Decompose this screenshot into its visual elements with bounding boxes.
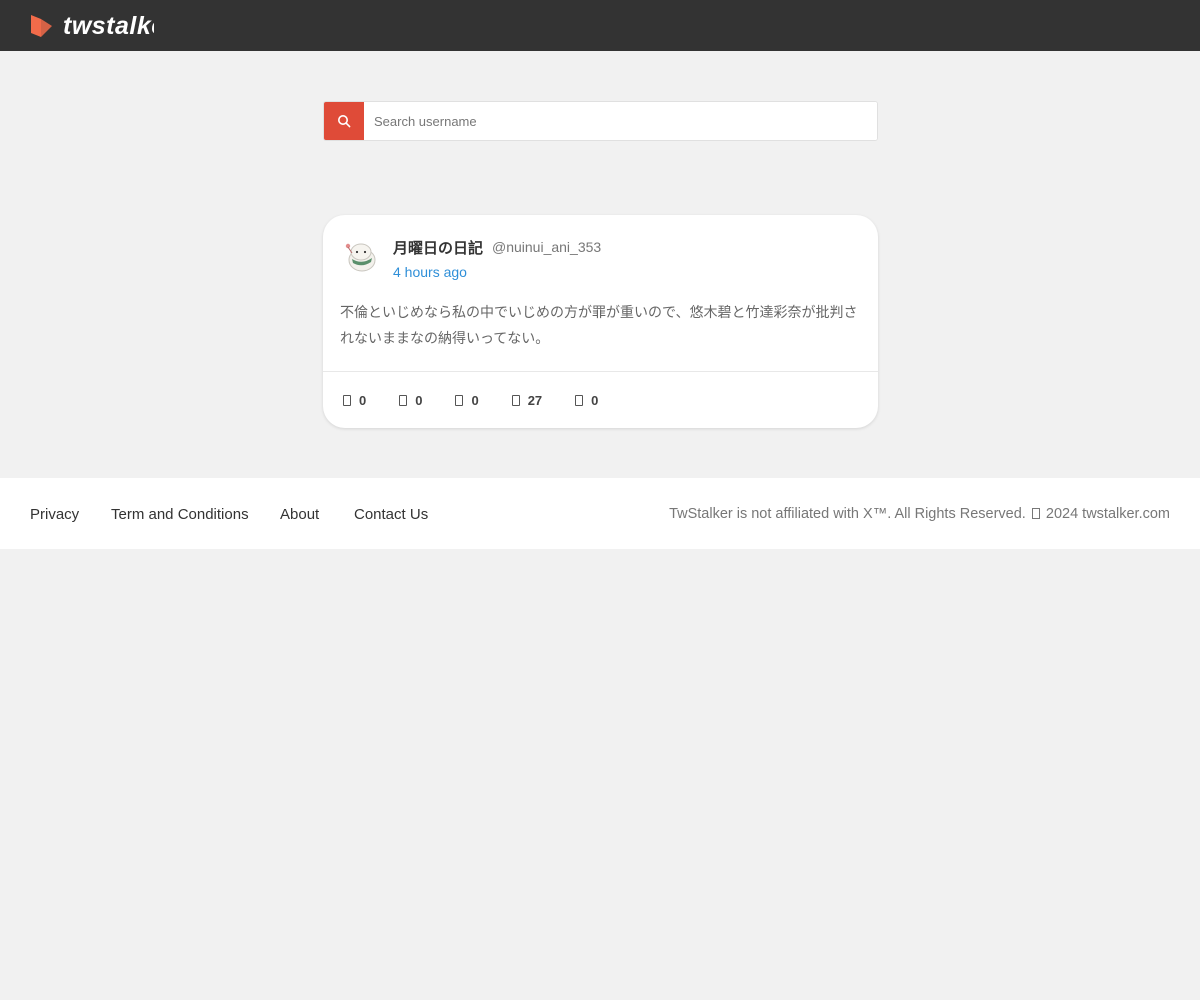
top-navbar: twstalker: [0, 0, 1200, 51]
like-icon: [511, 395, 520, 406]
card-divider: [323, 371, 878, 372]
post-text: 不倫といじめなら私の中でいじめの方が罪が重いので、悠木碧と竹達彩奈が批判されない…: [340, 304, 858, 346]
author-handle[interactable]: @nuinui_ani_353: [492, 239, 601, 255]
like-action[interactable]: 27: [511, 393, 543, 408]
post-actions: 0 0 0 27 0: [343, 393, 598, 408]
footer-link-contact[interactable]: Contact Us: [354, 506, 428, 523]
copyright-text: TwStalker is not affiliated with X™. All…: [669, 506, 1170, 522]
search-icon: [338, 115, 351, 128]
avatar[interactable]: [340, 235, 382, 277]
avatar-image: [345, 243, 376, 272]
quote-action[interactable]: 0: [455, 393, 479, 408]
retweet-icon: [399, 395, 408, 406]
footer-link-privacy[interactable]: Privacy: [30, 506, 79, 523]
footer-link-about[interactable]: About: [280, 506, 319, 523]
retweet-count: 0: [415, 393, 423, 408]
quote-count: 0: [471, 393, 479, 408]
reply-action[interactable]: 0: [343, 393, 366, 408]
copyright-suffix: 2024 twstalker.com: [1045, 506, 1170, 522]
reply-count: 0: [359, 393, 367, 408]
footer-link-terms[interactable]: Term and Conditions: [111, 506, 249, 523]
search-form: [323, 101, 878, 141]
author-name[interactable]: 月曜日の日記: [393, 237, 483, 258]
copyright-icon: [1031, 508, 1040, 519]
view-count: 0: [591, 393, 599, 408]
search-button[interactable]: [324, 102, 364, 140]
like-count: 27: [527, 393, 543, 408]
reply-icon: [343, 395, 351, 406]
view-icon: [575, 395, 584, 406]
footer: Privacy Term and Conditions About Contac…: [0, 478, 1200, 549]
post-card: 月曜日の日記 @nuinui_ani_353 4 hours ago 不倫といじ…: [323, 215, 878, 428]
quote-icon: [455, 395, 464, 406]
search-input[interactable]: [364, 102, 877, 140]
post-timestamp[interactable]: 4 hours ago: [393, 264, 467, 280]
view-action[interactable]: 0: [575, 393, 598, 408]
copyright-prefix: TwStalker is not affiliated with X™. All…: [669, 506, 1026, 522]
logo-icon: [31, 15, 52, 37]
site-logo[interactable]: twstalker: [28, 11, 154, 41]
retweet-action[interactable]: 0: [399, 393, 422, 408]
logo-text: twstalker: [63, 11, 154, 40]
